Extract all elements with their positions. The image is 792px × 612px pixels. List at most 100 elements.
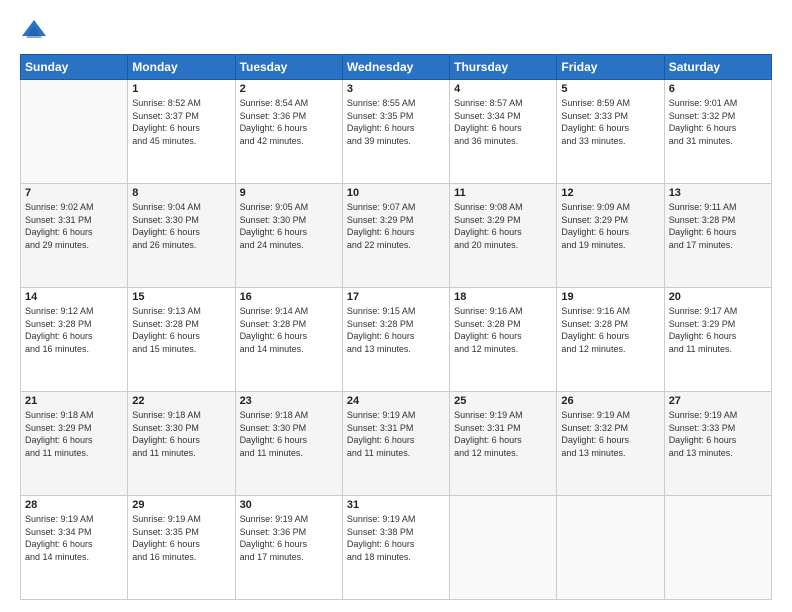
- day-number: 19: [561, 291, 659, 303]
- calendar-cell: 29 Sunrise: 9:19 AM Sunset: 3:35 PM Dayli…: [128, 496, 235, 600]
- calendar-cell: 23 Sunrise: 9:18 AM Sunset: 3:30 PM Dayli…: [235, 392, 342, 496]
- logo-icon: [20, 16, 48, 44]
- day-number: 22: [132, 395, 230, 407]
- calendar-cell: 19Sunrise: 9:16 AM Sunset: 3:28 PM Dayli…: [557, 288, 664, 392]
- calendar-cell: 17 Sunrise: 9:15 AM Sunset: 3:28 PM Dayli…: [342, 288, 449, 392]
- weekday-header-wednesday: Wednesday: [342, 55, 449, 80]
- day-info: Sunrise: 9:16 AM Sunset: 3:28 PM Dayligh…: [454, 305, 552, 355]
- day-number: 17: [347, 291, 445, 303]
- calendar-cell: [664, 496, 771, 600]
- weekday-header-row: SundayMondayTuesdayWednesdayThursdayFrid…: [21, 55, 772, 80]
- calendar-cell: 28Sunrise: 9:19 AM Sunset: 3:34 PM Dayli…: [21, 496, 128, 600]
- day-number: 11: [454, 187, 552, 199]
- day-number: 20: [669, 291, 767, 303]
- day-number: 14: [25, 291, 123, 303]
- day-info: Sunrise: 8:59 AM Sunset: 3:33 PM Dayligh…: [561, 97, 659, 147]
- day-number: 24: [347, 395, 445, 407]
- day-number: 13: [669, 187, 767, 199]
- day-number: 21: [25, 395, 123, 407]
- day-number: 26: [561, 395, 659, 407]
- calendar-cell: 9Sunrise: 9:05 AM Sunset: 3:30 PM Daylig…: [235, 184, 342, 288]
- calendar-cell: 13 Sunrise: 9:11 AM Sunset: 3:28 PM Dayli…: [664, 184, 771, 288]
- day-info: Sunrise: 9:15 AM Sunset: 3:28 PM Dayligh…: [347, 305, 445, 355]
- day-info: Sunrise: 8:54 AM Sunset: 3:36 PM Dayligh…: [240, 97, 338, 147]
- day-number: 5: [561, 83, 659, 95]
- page: SundayMondayTuesdayWednesdayThursdayFrid…: [0, 0, 792, 612]
- calendar-cell: 3 Sunrise: 8:55 AM Sunset: 3:35 PM Daylig…: [342, 80, 449, 184]
- day-info: Sunrise: 9:19 AM Sunset: 3:35 PM Dayligh…: [132, 513, 230, 563]
- day-info: Sunrise: 9:18 AM Sunset: 3:29 PM Dayligh…: [25, 409, 123, 459]
- calendar-cell: [21, 80, 128, 184]
- day-info: Sunrise: 9:01 AM Sunset: 3:32 PM Dayligh…: [669, 97, 767, 147]
- day-info: Sunrise: 9:12 AM Sunset: 3:28 PM Dayligh…: [25, 305, 123, 355]
- header: [20, 16, 772, 44]
- day-number: 12: [561, 187, 659, 199]
- calendar-cell: 14 Sunrise: 9:12 AM Sunset: 3:28 PM Dayli…: [21, 288, 128, 392]
- calendar-cell: 2 Sunrise: 8:54 AM Sunset: 3:36 PM Daylig…: [235, 80, 342, 184]
- calendar-cell: 6Sunrise: 9:01 AM Sunset: 3:32 PM Daylig…: [664, 80, 771, 184]
- calendar-cell: 26 Sunrise: 9:19 AM Sunset: 3:32 PM Dayli…: [557, 392, 664, 496]
- day-number: 18: [454, 291, 552, 303]
- day-info: Sunrise: 9:17 AM Sunset: 3:29 PM Dayligh…: [669, 305, 767, 355]
- calendar-week-row: 21 Sunrise: 9:18 AM Sunset: 3:29 PM Dayli…: [21, 392, 772, 496]
- calendar-cell: 25 Sunrise: 9:19 AM Sunset: 3:31 PM Dayli…: [450, 392, 557, 496]
- day-info: Sunrise: 9:14 AM Sunset: 3:28 PM Dayligh…: [240, 305, 338, 355]
- weekday-header-friday: Friday: [557, 55, 664, 80]
- day-number: 3: [347, 83, 445, 95]
- day-info: Sunrise: 9:18 AM Sunset: 3:30 PM Dayligh…: [132, 409, 230, 459]
- calendar-cell: [450, 496, 557, 600]
- calendar-cell: 22 Sunrise: 9:18 AM Sunset: 3:30 PM Dayli…: [128, 392, 235, 496]
- day-info: Sunrise: 9:04 AM Sunset: 3:30 PM Dayligh…: [132, 201, 230, 251]
- day-number: 27: [669, 395, 767, 407]
- day-number: 25: [454, 395, 552, 407]
- day-number: 30: [240, 499, 338, 511]
- day-number: 29: [132, 499, 230, 511]
- day-info: Sunrise: 9:19 AM Sunset: 3:38 PM Dayligh…: [347, 513, 445, 563]
- weekday-header-saturday: Saturday: [664, 55, 771, 80]
- weekday-header-tuesday: Tuesday: [235, 55, 342, 80]
- calendar-cell: 31Sunrise: 9:19 AM Sunset: 3:38 PM Dayli…: [342, 496, 449, 600]
- calendar-cell: 18 Sunrise: 9:16 AM Sunset: 3:28 PM Dayli…: [450, 288, 557, 392]
- calendar-table: SundayMondayTuesdayWednesdayThursdayFrid…: [20, 54, 772, 600]
- calendar-cell: [557, 496, 664, 600]
- day-info: Sunrise: 9:07 AM Sunset: 3:29 PM Dayligh…: [347, 201, 445, 251]
- day-info: Sunrise: 9:19 AM Sunset: 3:34 PM Dayligh…: [25, 513, 123, 563]
- day-info: Sunrise: 9:08 AM Sunset: 3:29 PM Dayligh…: [454, 201, 552, 251]
- calendar-week-row: 28Sunrise: 9:19 AM Sunset: 3:34 PM Dayli…: [21, 496, 772, 600]
- day-info: Sunrise: 9:02 AM Sunset: 3:31 PM Dayligh…: [25, 201, 123, 251]
- day-info: Sunrise: 8:57 AM Sunset: 3:34 PM Dayligh…: [454, 97, 552, 147]
- calendar-cell: 27Sunrise: 9:19 AM Sunset: 3:33 PM Dayli…: [664, 392, 771, 496]
- day-number: 8: [132, 187, 230, 199]
- day-number: 2: [240, 83, 338, 95]
- day-number: 16: [240, 291, 338, 303]
- weekday-header-sunday: Sunday: [21, 55, 128, 80]
- day-info: Sunrise: 9:19 AM Sunset: 3:31 PM Dayligh…: [347, 409, 445, 459]
- day-info: Sunrise: 9:11 AM Sunset: 3:28 PM Dayligh…: [669, 201, 767, 251]
- calendar-cell: 5 Sunrise: 8:59 AM Sunset: 3:33 PM Daylig…: [557, 80, 664, 184]
- day-number: 7: [25, 187, 123, 199]
- day-info: Sunrise: 9:18 AM Sunset: 3:30 PM Dayligh…: [240, 409, 338, 459]
- calendar-cell: 8 Sunrise: 9:04 AM Sunset: 3:30 PM Daylig…: [128, 184, 235, 288]
- day-number: 10: [347, 187, 445, 199]
- day-number: 15: [132, 291, 230, 303]
- logo: [20, 16, 52, 44]
- calendar-cell: 20 Sunrise: 9:17 AM Sunset: 3:29 PM Dayli…: [664, 288, 771, 392]
- calendar-cell: 16 Sunrise: 9:14 AM Sunset: 3:28 PM Dayli…: [235, 288, 342, 392]
- day-number: 9: [240, 187, 338, 199]
- day-number: 23: [240, 395, 338, 407]
- calendar-week-row: 14 Sunrise: 9:12 AM Sunset: 3:28 PM Dayli…: [21, 288, 772, 392]
- calendar-cell: 12 Sunrise: 9:09 AM Sunset: 3:29 PM Dayli…: [557, 184, 664, 288]
- calendar-cell: 21 Sunrise: 9:18 AM Sunset: 3:29 PM Dayli…: [21, 392, 128, 496]
- weekday-header-monday: Monday: [128, 55, 235, 80]
- day-info: Sunrise: 9:19 AM Sunset: 3:32 PM Dayligh…: [561, 409, 659, 459]
- day-info: Sunrise: 9:09 AM Sunset: 3:29 PM Dayligh…: [561, 201, 659, 251]
- calendar-cell: 30 Sunrise: 9:19 AM Sunset: 3:36 PM Dayli…: [235, 496, 342, 600]
- calendar-cell: 7 Sunrise: 9:02 AM Sunset: 3:31 PM Daylig…: [21, 184, 128, 288]
- calendar-cell: 4Sunrise: 8:57 AM Sunset: 3:34 PM Daylig…: [450, 80, 557, 184]
- day-number: 1: [132, 83, 230, 95]
- day-info: Sunrise: 8:55 AM Sunset: 3:35 PM Dayligh…: [347, 97, 445, 147]
- day-info: Sunrise: 9:13 AM Sunset: 3:28 PM Dayligh…: [132, 305, 230, 355]
- day-info: Sunrise: 9:19 AM Sunset: 3:31 PM Dayligh…: [454, 409, 552, 459]
- day-info: Sunrise: 8:52 AM Sunset: 3:37 PM Dayligh…: [132, 97, 230, 147]
- day-info: Sunrise: 9:19 AM Sunset: 3:36 PM Dayligh…: [240, 513, 338, 563]
